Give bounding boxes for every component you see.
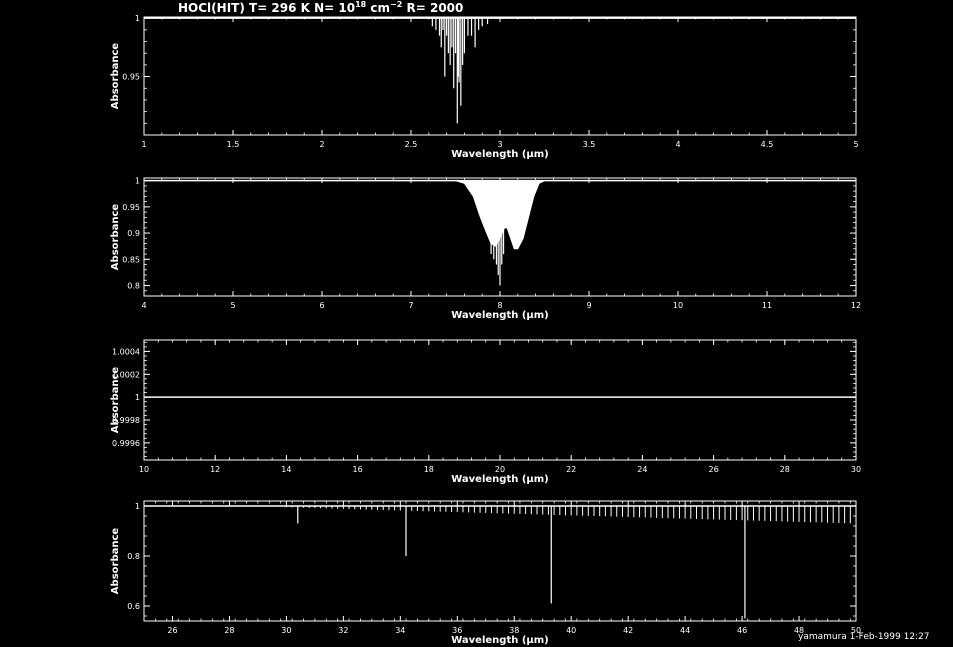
x-tick-label: 32	[338, 626, 348, 635]
y-tick-label: 0.9996	[112, 439, 140, 448]
y-tick-label: 0.8	[127, 282, 140, 291]
x-tick-label: 4	[141, 301, 146, 310]
footer-signature: yamamura 1-Feb-1999 12:27	[798, 632, 930, 642]
title-exp2: −2	[390, 0, 402, 9]
x-tick-label: 26	[167, 626, 177, 635]
x-tick-label: 28	[780, 465, 790, 474]
x-tick-label: 16	[353, 465, 363, 474]
x-tick-label: 14	[281, 465, 291, 474]
y-axis-title: Absorbance	[110, 43, 121, 110]
y-tick-label: 0.85	[122, 255, 140, 264]
y-tick-label: 0.95	[122, 73, 140, 82]
x-tick-label: 4.5	[761, 140, 774, 149]
x-tick-label: 2.5	[405, 140, 418, 149]
x-tick-label: 5	[230, 301, 235, 310]
panel-1: 1 1.5 2 2.5 3 3.5 4 4.5 5 0.95 1 Wavelength (μm) Abs…	[110, 14, 859, 160]
x-tick-label: 2	[319, 140, 324, 149]
x-tick-label: 40	[566, 626, 576, 635]
x-tick-label: 22	[566, 465, 576, 474]
panel-4: 26 28 30 32 34 36 38 40 42 44 46 48 500.60.81Wavelen…	[110, 500, 861, 646]
x-tick-label: 3.5	[583, 140, 596, 149]
x-tick-label: 4	[675, 140, 680, 149]
x-tick-label: 24	[637, 465, 647, 474]
title-exp1: 18	[355, 0, 367, 9]
y-axis-title: Absorbance	[110, 204, 121, 271]
y-tick-label: 1	[135, 393, 140, 402]
x-tick-label: 10	[139, 465, 149, 474]
x-tick-label: 3	[497, 140, 502, 149]
x-tick-label: 18	[424, 465, 434, 474]
x-tick-label: 10	[673, 301, 683, 310]
x-tick-label: 12	[210, 465, 220, 474]
x-tick-label: 6	[319, 301, 324, 310]
title-main: HOCl(HIT) T= 296 K N= 10	[178, 1, 355, 15]
x-tick-label: 9	[586, 301, 591, 310]
x-tick-label: 28	[224, 626, 234, 635]
plot-frame	[143, 500, 857, 622]
chart-title: HOCl(HIT) T= 296 K N= 1018 cm−2 R= 2000	[178, 0, 463, 15]
x-tick-label: 38	[509, 626, 519, 635]
x-tick-label: 1	[141, 140, 146, 149]
panels-group: 1 1.5 2 2.5 3 3.5 4 4.5 50.951Wavelength (μm)Abs…	[110, 14, 861, 646]
x-tick-label: 5	[853, 140, 858, 149]
y-tick-label: 0.6	[127, 602, 140, 611]
panel-3: 10 12 14 16 18 20 22 24 26 28 300.99960.999811.000…	[110, 339, 861, 485]
y-tick-label: 0.8	[127, 552, 140, 561]
x-tick-label: 12	[851, 301, 861, 310]
x-tick-label: 34	[395, 626, 405, 635]
x-tick-label: 46	[737, 626, 747, 635]
chart-canvas: HOCl(HIT) T= 296 K N= 1018 cm−2 R= 2000 …	[110, 0, 930, 646]
x-tick-label: 1.5	[227, 140, 240, 149]
x-tick-label: 30	[851, 465, 861, 474]
y-axis-title: Absorbance	[110, 528, 121, 595]
title-mid: cm	[366, 1, 390, 15]
title-end: R= 2000	[402, 1, 463, 15]
x-tick-label: 7	[408, 301, 413, 310]
y-tick-label: 1	[135, 177, 140, 186]
y-tick-label: 1	[135, 502, 140, 511]
x-tick-label: 26	[709, 465, 719, 474]
x-tick-label: 30	[281, 626, 291, 635]
plot-frame	[143, 16, 857, 136]
spectrum-figure: HOCl(HIT) T= 296 K N= 1018 cm−2 R= 2000 …	[0, 0, 953, 647]
x-tick-label: 36	[452, 626, 462, 635]
y-tick-label: 1	[135, 14, 140, 23]
x-tick-label: 44	[680, 626, 690, 635]
y-tick-label: 0.95	[122, 203, 140, 212]
x-axis-title: Wavelength (μm)	[451, 635, 549, 646]
x-tick-label: 11	[762, 301, 772, 310]
y-axis-title: Absorbance	[110, 367, 121, 434]
x-tick-label: 42	[623, 626, 633, 635]
x-axis-title: Wavelength (μm)	[451, 310, 549, 321]
x-axis-title: Wavelength (μm)	[451, 149, 549, 160]
panel-2: 4 5 6 7 8 9 10 11 12 0.8 0.85 0.9 0.95 1 Wavelength (μ…	[110, 177, 861, 321]
y-tick-label: 1.0004	[112, 347, 140, 356]
plot-frame	[143, 339, 857, 461]
x-tick-label: 8	[497, 301, 502, 310]
x-axis-title: Wavelength (μm)	[451, 474, 549, 485]
y-tick-label: 0.9	[127, 229, 140, 238]
x-tick-label: 20	[495, 465, 505, 474]
